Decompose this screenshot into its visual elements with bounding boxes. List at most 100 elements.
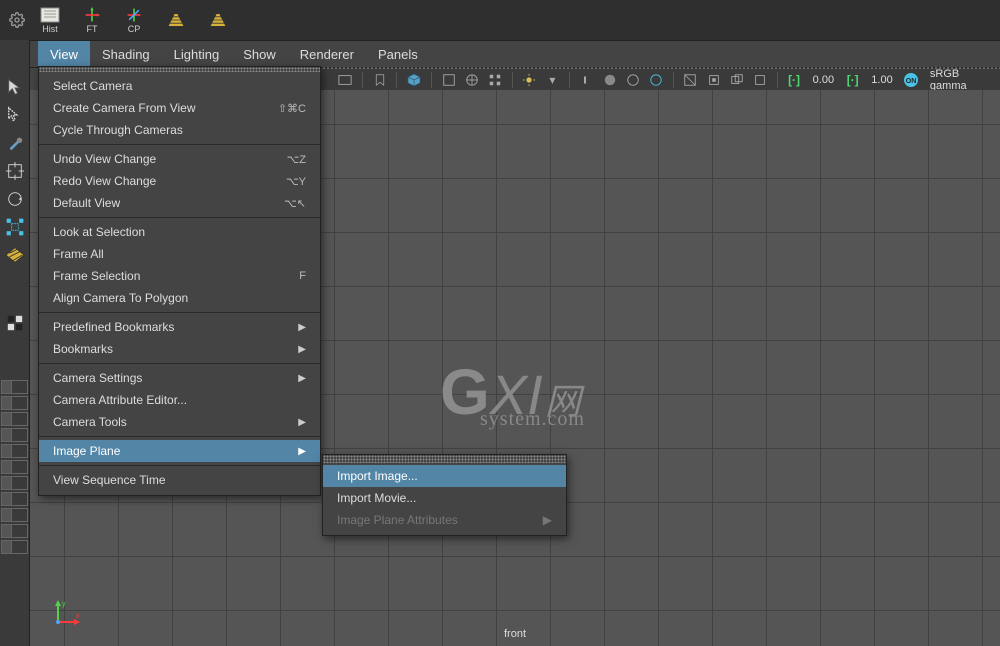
layout-preset-5[interactable] [1,444,28,458]
settings-icon[interactable] [8,11,26,29]
shelf-construction-2[interactable] [200,3,236,37]
menu-item-label: Frame Selection [53,269,140,283]
menu-item-shortcut: ⌥Z [287,153,306,166]
shelf-ft[interactable]: FT [74,3,110,37]
submenu-arrow-icon: ▶ [298,322,306,333]
rotate-tool[interactable] [2,186,28,212]
wire-shaded-icon[interactable] [648,71,665,89]
menu-item-undo-view-change[interactable]: Undo View Change ⌥Z [39,148,320,170]
gamma-icon[interactable]: [·] [844,71,861,89]
menu-item-shortcut: ⇧⌘C [278,102,306,115]
submenu-item-label: Image Plane Attributes [337,513,458,527]
svg-text:ON: ON [906,78,917,85]
xray-joints-icon[interactable] [705,71,722,89]
layout-preset-6[interactable] [1,460,28,474]
menu-item-redo-view-change[interactable]: Redo View Change⌥Y [39,170,320,192]
paint-tool[interactable] [2,130,28,156]
menu-item-align-camera-to-polygon[interactable]: Align Camera To Polygon [39,287,320,309]
menu-tearoff-handle[interactable] [39,67,320,72]
grid-icon[interactable] [486,71,503,89]
menu-item-default-view[interactable]: Default View ⌥↖ [39,192,320,214]
bookmark-icon[interactable] [371,71,388,89]
xray-icon[interactable] [682,71,699,89]
colorspace-toggle-icon[interactable]: ON [903,71,920,89]
light-icon[interactable] [521,71,538,89]
shading-tool[interactable] [2,310,28,336]
menu-item-view-sequence-time[interactable]: View Sequence Time [39,469,320,491]
plane-tool[interactable] [2,242,28,268]
menu-item-shortcut: ⌥↖ [284,197,306,210]
menu-show[interactable]: Show [231,41,288,67]
colorspace-label[interactable]: sRGB gamma [926,68,1000,92]
layout-preset-8[interactable] [1,492,28,506]
menu-item-look-at-selection[interactable]: Look at Selection [39,221,320,243]
shelf-hist-label: Hist [42,24,58,34]
layout-preset-1[interactable] [1,380,28,394]
menu-lighting[interactable]: Lighting [162,41,232,67]
menu-shading[interactable]: Shading [90,41,162,67]
menu-item-label: View Sequence Time [53,473,166,487]
menu-item-label: Default View [53,196,120,210]
poly-count-icon[interactable] [751,71,768,89]
isolate-icon[interactable] [578,71,595,89]
menu-item-label: Cycle Through Cameras [53,123,183,137]
submenu-tearoff-handle[interactable] [323,455,566,463]
menu-renderer[interactable]: Renderer [288,41,366,67]
menu-item-label: Predefined Bookmarks [53,320,174,334]
menu-item-camera-settings[interactable]: Camera Settings▶ [39,367,320,389]
move-tool[interactable] [2,158,28,184]
layout-preset-10[interactable] [1,524,28,538]
shelf-hist[interactable]: Hist [32,3,68,37]
menu-item-label: Create Camera From View [53,101,196,115]
layout-preset-2[interactable] [1,396,28,410]
shaded-icon[interactable] [601,71,618,89]
submenu-arrow-icon: ▶ [543,513,552,527]
menu-item-select-camera[interactable]: Select Camera [39,75,320,97]
menu-panels[interactable]: Panels [366,41,430,67]
lasso-tool[interactable] [2,102,28,128]
menu-item-frame-selection[interactable]: Frame SelectionF [39,265,320,287]
gamma-value: 1.00 [867,74,896,86]
view-menu-dropdown: Select CameraCreate Camera From View⇧⌘CC… [38,66,321,496]
2side-icon[interactable] [440,71,457,89]
menu-view[interactable]: View [38,41,90,67]
svg-text:x: x [76,613,80,620]
menu-item-label: Camera Settings [53,371,142,385]
menu-separator [39,436,320,437]
submenu-item-import-image[interactable]: Import Image... [323,465,566,487]
menu-separator [39,312,320,313]
xray-comp-icon[interactable] [728,71,745,89]
menu-item-cycle-through-cameras[interactable]: Cycle Through Cameras [39,119,320,141]
layout-preset-3[interactable] [1,412,28,426]
menu-item-bookmarks[interactable]: Bookmarks▶ [39,338,320,360]
shelf-cp-label: CP [128,24,141,34]
shelf-cp[interactable]: CP [116,3,152,37]
shelf-construction-1[interactable] [158,3,194,37]
camera-select-icon[interactable] [337,71,354,89]
menu-item-predefined-bookmarks[interactable]: Predefined Bookmarks ▶ [39,316,320,338]
submenu-arrow-icon: ▶ [298,417,306,428]
menu-item-create-camera-from-view[interactable]: Create Camera From View ⇧⌘C [39,97,320,119]
layout-preset-4[interactable] [1,428,28,442]
menu-item-label: Align Camera To Polygon [53,291,188,305]
menubar: View Shading Lighting Show Renderer Pane… [38,41,1000,67]
exposure-icon[interactable]: [·] [785,71,802,89]
shadow-icon[interactable]: ▾ [544,71,561,89]
camera-label: front [504,628,526,640]
layout-preset-11[interactable] [1,540,28,554]
submenu-item-import-movie[interactable]: Import Movie... [323,487,566,509]
image-plane-icon[interactable] [405,71,423,89]
wireframe-icon[interactable] [463,71,480,89]
layout-preset-9[interactable] [1,508,28,522]
select-tool[interactable] [2,74,28,100]
menu-item-label: Undo View Change [53,152,156,166]
menu-item-camera-attribute-editor[interactable]: Camera Attribute Editor... [39,389,320,411]
menu-item-label: Bookmarks [53,342,113,356]
menu-item-image-plane[interactable]: Image Plane▶ [39,440,320,462]
menu-separator [39,144,320,145]
textured-icon[interactable] [624,71,641,89]
layout-preset-7[interactable] [1,476,28,490]
menu-item-frame-all[interactable]: Frame All [39,243,320,265]
scale-tool[interactable] [2,214,28,240]
menu-item-camera-tools[interactable]: Camera Tools▶ [39,411,320,433]
